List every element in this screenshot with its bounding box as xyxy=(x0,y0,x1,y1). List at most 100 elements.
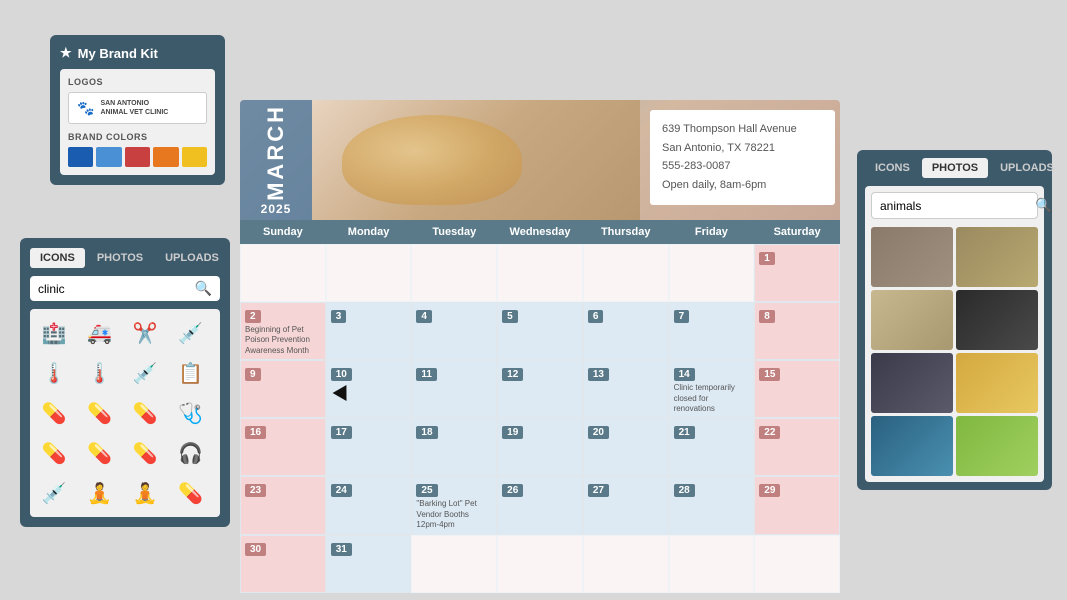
color-swatch-red[interactable] xyxy=(125,147,150,167)
cal-cell-4[interactable]: 4 xyxy=(411,302,497,360)
icon-item[interactable]: 🧘 xyxy=(127,475,163,511)
color-swatch-orange[interactable] xyxy=(153,147,178,167)
logo-box[interactable]: 🐾 SAN ANTONIO ANIMAL VET CLINIC xyxy=(68,92,207,124)
cal-cell-empty[interactable] xyxy=(669,535,755,593)
cal-cell-13[interactable]: 13 xyxy=(583,360,669,418)
cal-num: 10 xyxy=(331,368,352,381)
brand-kit-label: My Brand Kit xyxy=(78,46,158,61)
right-tab-photos[interactable]: PHOTOS xyxy=(922,158,988,178)
cal-cell-12[interactable]: 12 xyxy=(497,360,583,418)
icon-item[interactable]: 🎧 xyxy=(173,435,209,471)
icon-item[interactable]: 💊 xyxy=(36,435,72,471)
cal-cell-7[interactable]: 7 xyxy=(669,302,755,360)
cal-note: Beginning of Pet Poison Prevention Aware… xyxy=(245,325,321,356)
cal-cell-8[interactable]: 8 xyxy=(754,302,840,360)
icon-item[interactable]: 🏥 xyxy=(36,315,72,351)
photo-butterfly[interactable] xyxy=(956,353,1038,413)
address-box: 639 Thompson Hall Avenue San Antonio, TX… xyxy=(650,110,835,205)
color-swatch-yellow[interactable] xyxy=(182,147,207,167)
photo-horse[interactable] xyxy=(871,353,953,413)
icon-item[interactable]: 💊 xyxy=(82,395,118,431)
cal-cell-empty[interactable] xyxy=(240,244,326,302)
cal-cell-6[interactable]: 6 xyxy=(583,302,669,360)
icon-item[interactable]: 🩺 xyxy=(173,395,209,431)
photos-search-input[interactable] xyxy=(880,199,1035,213)
cal-num: 3 xyxy=(331,310,347,323)
calendar-header: MARCH 2025 639 Thompson Hall Avenue San … xyxy=(240,100,840,220)
photo-dog[interactable] xyxy=(871,290,953,350)
right-tab-icons[interactable]: ICONS xyxy=(865,158,920,178)
cal-cell-15[interactable]: 15 xyxy=(754,360,840,418)
cal-cell-19[interactable]: 19 xyxy=(497,418,583,476)
cal-cell-31[interactable]: 31 xyxy=(326,535,412,593)
icon-item[interactable]: 💉 xyxy=(127,355,163,391)
cal-cell-empty[interactable] xyxy=(497,535,583,593)
photo-bird[interactable] xyxy=(871,416,953,476)
photo-field[interactable] xyxy=(956,416,1038,476)
cal-cell-empty[interactable] xyxy=(326,244,412,302)
icon-item[interactable]: ✂️ xyxy=(127,315,163,351)
cal-cell-empty[interactable] xyxy=(583,244,669,302)
day-sunday: Sunday xyxy=(240,220,326,244)
cal-cell-empty[interactable] xyxy=(411,535,497,593)
cal-cell-14[interactable]: 14 Clinic temporarily closed for renovat… xyxy=(669,360,755,418)
icon-item[interactable]: 🧘 xyxy=(82,475,118,511)
color-swatch-lightblue[interactable] xyxy=(96,147,121,167)
tab-icons[interactable]: ICONS xyxy=(30,248,85,268)
cal-cell-11[interactable]: 11 xyxy=(411,360,497,418)
photos-grid xyxy=(871,227,1038,476)
cal-num: 8 xyxy=(759,310,775,323)
cal-cell-16[interactable]: 16 xyxy=(240,418,326,476)
photos-search-button[interactable]: 🔍 xyxy=(1035,197,1052,214)
cal-num: 19 xyxy=(502,426,523,439)
cal-cell-9[interactable]: 9 xyxy=(240,360,326,418)
tab-uploads[interactable]: UPLOADS xyxy=(155,248,229,268)
icon-item[interactable]: 💊 xyxy=(127,395,163,431)
cal-cell-26[interactable]: 26 xyxy=(497,476,583,534)
icon-item[interactable]: 💉 xyxy=(36,475,72,511)
cal-cell-25[interactable]: 25 "Barking Lot" Pet Vendor Booths 12pm-… xyxy=(411,476,497,534)
cal-cell-21[interactable]: 21 xyxy=(669,418,755,476)
icon-item[interactable]: 🚑 xyxy=(82,315,118,351)
icons-search-button[interactable]: 🔍 xyxy=(195,280,212,297)
cal-cell-27[interactable]: 27 xyxy=(583,476,669,534)
day-saturday: Saturday xyxy=(754,220,840,244)
cal-cell-29[interactable]: 29 xyxy=(754,476,840,534)
icons-search-input[interactable] xyxy=(38,282,195,296)
icon-item[interactable]: 🌡️ xyxy=(82,355,118,391)
cal-cell-empty[interactable] xyxy=(583,535,669,593)
cal-cell-3[interactable]: 3 xyxy=(326,302,412,360)
cal-cell-23[interactable]: 23 xyxy=(240,476,326,534)
photo-elephant[interactable] xyxy=(871,227,953,287)
cal-cell-28[interactable]: 28 xyxy=(669,476,755,534)
icon-item[interactable]: 🌡️ xyxy=(36,355,72,391)
cal-num: 14 xyxy=(674,368,695,381)
cal-cell-2[interactable]: 2 Beginning of Pet Poison Prevention Awa… xyxy=(240,302,326,360)
color-swatch-blue[interactable] xyxy=(68,147,93,167)
photo-lion[interactable] xyxy=(956,290,1038,350)
icon-item[interactable]: 💊 xyxy=(36,395,72,431)
icon-item[interactable]: 💊 xyxy=(173,475,209,511)
tab-photos[interactable]: PHOTOS xyxy=(87,248,153,268)
right-tab-uploads[interactable]: UPLOADS xyxy=(990,158,1064,178)
icon-item[interactable]: 💊 xyxy=(127,435,163,471)
cal-cell-5[interactable]: 5 xyxy=(497,302,583,360)
cal-cell-17[interactable]: 17 xyxy=(326,418,412,476)
cal-cell-empty[interactable] xyxy=(669,244,755,302)
cal-note: Clinic temporarily closed for renovation… xyxy=(674,383,750,414)
icon-item[interactable]: 📋 xyxy=(173,355,209,391)
cal-cell-1[interactable]: 1 xyxy=(754,244,840,302)
cal-cell-empty[interactable] xyxy=(411,244,497,302)
icons-panel-tabs: ICONS PHOTOS UPLOADS xyxy=(30,248,220,268)
cal-cell-30[interactable]: 30 xyxy=(240,535,326,593)
icon-item[interactable]: 💉 xyxy=(173,315,209,351)
icon-item[interactable]: 💊 xyxy=(82,435,118,471)
cal-cell-empty[interactable] xyxy=(497,244,583,302)
photo-monkey[interactable] xyxy=(956,227,1038,287)
cal-cell-18[interactable]: 18 xyxy=(411,418,497,476)
cal-cell-24[interactable]: 24 xyxy=(326,476,412,534)
cal-cell-empty[interactable] xyxy=(754,535,840,593)
brand-colors-label: BRAND COLORS xyxy=(68,132,207,142)
cal-cell-20[interactable]: 20 xyxy=(583,418,669,476)
cal-cell-22[interactable]: 22 xyxy=(754,418,840,476)
